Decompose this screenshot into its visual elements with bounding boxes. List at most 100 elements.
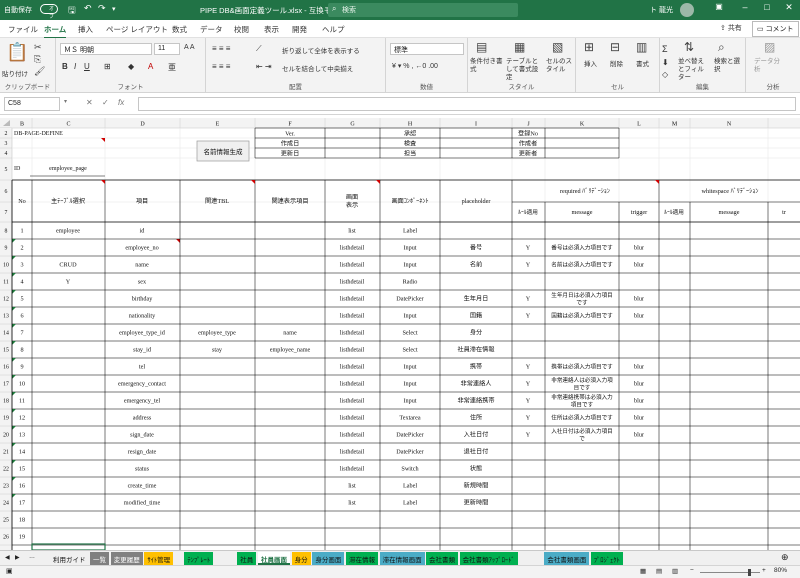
error-indicator[interactable] [12, 409, 16, 413]
error-indicator[interactable] [12, 392, 16, 396]
add-sheet-icon[interactable]: ⊕ [778, 550, 792, 563]
sheet-tab[interactable]: 滞在情報 [346, 552, 378, 565]
minimize-icon[interactable]: – [738, 2, 752, 12]
quick-access-more-icon[interactable]: ▾ [112, 5, 116, 13]
scroll-tabs-right-icon[interactable]: ▶ [12, 552, 23, 565]
italic-icon[interactable]: I [74, 62, 76, 71]
sheet-tab[interactable]: 会社書類 [426, 552, 458, 565]
format-cells-icon[interactable]: ▥ [636, 40, 647, 54]
align-top-icon[interactable]: ≡ ≡ ≡ [212, 44, 230, 53]
error-indicator[interactable] [12, 324, 16, 328]
font-size-select[interactable]: 11 [154, 43, 180, 55]
delete-cells-button[interactable]: 削除 [610, 58, 623, 68]
sheet-tab[interactable]: 身分画面 [312, 552, 345, 565]
undo-icon[interactable]: ↶ [84, 3, 92, 14]
format-painter-icon[interactable]: 🖌 [34, 66, 45, 77]
insert-cells-button[interactable]: 挿入 [584, 58, 597, 68]
tab-insert[interactable]: 挿入 [78, 24, 93, 35]
worksheet-grid[interactable]: B C D E F G H I J K L M N 2 3 4 5 6 7 8 9 10 11 12 13 14 15 16 17 18 1… [0, 118, 800, 550]
delete-cells-icon[interactable]: ⊟ [610, 40, 620, 54]
tab-review[interactable]: 校閲 [234, 24, 249, 35]
data-analysis-button[interactable]: データ分析 [754, 58, 784, 74]
sheet-tab[interactable]: 一覧 [90, 552, 109, 565]
error-indicator[interactable] [12, 426, 16, 430]
comment-marker[interactable] [176, 239, 180, 243]
font-color-icon[interactable]: A [148, 62, 153, 71]
error-indicator[interactable] [12, 375, 16, 379]
save-icon[interactable]: 🖫 [68, 3, 76, 19]
data-analysis-icon[interactable]: ▨ [764, 40, 775, 54]
sheet-tab[interactable]: 利用ガイド [50, 552, 89, 565]
format-table-button[interactable]: テーブルとして書式設定 [506, 58, 542, 82]
normal-view-icon[interactable]: ▦ [640, 567, 646, 575]
grow-shrink-font-icon[interactable]: A A [184, 44, 195, 51]
insert-cells-icon[interactable]: ⊞ [584, 40, 594, 54]
sheet-tab[interactable]: 会社書類画面 [544, 552, 590, 565]
fill-color-icon[interactable]: ◆ [128, 62, 134, 71]
avatar[interactable] [680, 3, 694, 17]
name-box[interactable]: C58 [4, 97, 60, 111]
merge-center-button[interactable]: セルを結合して中央揃え [282, 63, 353, 73]
comment-marker[interactable] [376, 180, 380, 184]
zoom-in-icon[interactable]: + [762, 567, 766, 574]
comment-marker[interactable] [655, 180, 659, 184]
sheet-tab[interactable]: 滞在情報画面 [379, 552, 425, 565]
conditional-format-icon[interactable]: ▤ [476, 40, 487, 54]
error-indicator[interactable] [12, 460, 16, 464]
align-left-icon[interactable]: ≡ ≡ ≡ [212, 62, 230, 71]
orientation-icon[interactable]: ⟋ [256, 44, 262, 54]
sheet-tab[interactable]: 会社書類ｱｯﾌﾟﾛｰﾄﾞ [459, 552, 518, 565]
wrap-text-button[interactable]: 折り返して全体を表示する [282, 45, 360, 55]
fill-icon[interactable]: ⬇ [662, 58, 669, 67]
comment-marker[interactable] [101, 138, 105, 142]
comment-marker[interactable] [251, 180, 255, 184]
search-box[interactable]: ⌕ 検索 [328, 3, 518, 17]
tab-file[interactable]: ファイル [8, 24, 38, 35]
zoom-level[interactable]: 80% [774, 567, 787, 574]
comment-marker[interactable] [101, 180, 105, 184]
cell-styles-icon[interactable]: ▧ [552, 40, 563, 54]
currency-icon[interactable]: ¥ ▾ % , ←0 .00 [392, 62, 438, 70]
cancel-entry-icon[interactable]: ✕ [86, 98, 93, 107]
tab-developer[interactable]: 開発 [292, 24, 307, 35]
error-indicator[interactable] [12, 239, 16, 243]
phonetic-icon[interactable]: 亜 [168, 62, 176, 73]
close-icon[interactable]: ✕ [782, 2, 796, 13]
conditional-format-button[interactable]: 条件付き書式 [470, 58, 504, 74]
maximize-icon[interactable]: □ [760, 2, 774, 12]
zoom-slider-thumb[interactable] [748, 569, 751, 576]
worksheet-canvas[interactable]: B C D E F G H I J K L M N234567891011121314151617181… [0, 118, 800, 550]
sheet-tab[interactable]: ｻｲﾄ管理 [144, 552, 174, 565]
paste-label[interactable]: 貼り付け [2, 68, 28, 78]
clear-icon[interactable]: ◇ [662, 70, 668, 79]
find-select-button[interactable]: 検索と選択 [714, 58, 744, 74]
sheet-tab[interactable]: 社員 [237, 552, 257, 565]
error-indicator[interactable] [12, 443, 16, 447]
tab-data[interactable]: データ [200, 24, 223, 35]
formula-input[interactable] [138, 97, 796, 111]
copy-icon[interactable]: ⎘ [34, 54, 41, 65]
error-indicator[interactable] [12, 290, 16, 294]
format-table-icon[interactable]: ▦ [514, 40, 525, 54]
page-break-view-icon[interactable]: ▥ [672, 567, 678, 575]
cut-icon[interactable]: ✂ [34, 42, 42, 53]
sort-filter-button[interactable]: 並べ替えとフィルター [678, 58, 710, 82]
confirm-entry-icon[interactable]: ✓ [102, 98, 109, 107]
tab-view[interactable]: 表示 [264, 24, 279, 35]
tab-help[interactable]: ヘルプ [322, 24, 345, 35]
error-indicator[interactable] [12, 477, 16, 481]
share-button[interactable]: ⇪ 共有 [720, 23, 742, 33]
sheet-tab[interactable]: 変更履歴 [110, 552, 143, 565]
bold-icon[interactable]: B [62, 62, 68, 71]
error-indicator[interactable] [12, 307, 16, 311]
error-indicator[interactable] [12, 494, 16, 498]
sort-filter-icon[interactable]: ⇅ [684, 40, 694, 54]
error-indicator[interactable] [12, 256, 16, 260]
zoom-slider[interactable] [700, 572, 760, 573]
tab-home[interactable]: ホーム [44, 24, 67, 39]
error-indicator[interactable] [12, 273, 16, 277]
zoom-out-icon[interactable]: − [690, 567, 694, 574]
autosum-icon[interactable]: Σ [662, 44, 668, 54]
comment-button[interactable]: ▭ コメント [752, 21, 799, 37]
tab-formulas[interactable]: 数式 [172, 24, 187, 35]
